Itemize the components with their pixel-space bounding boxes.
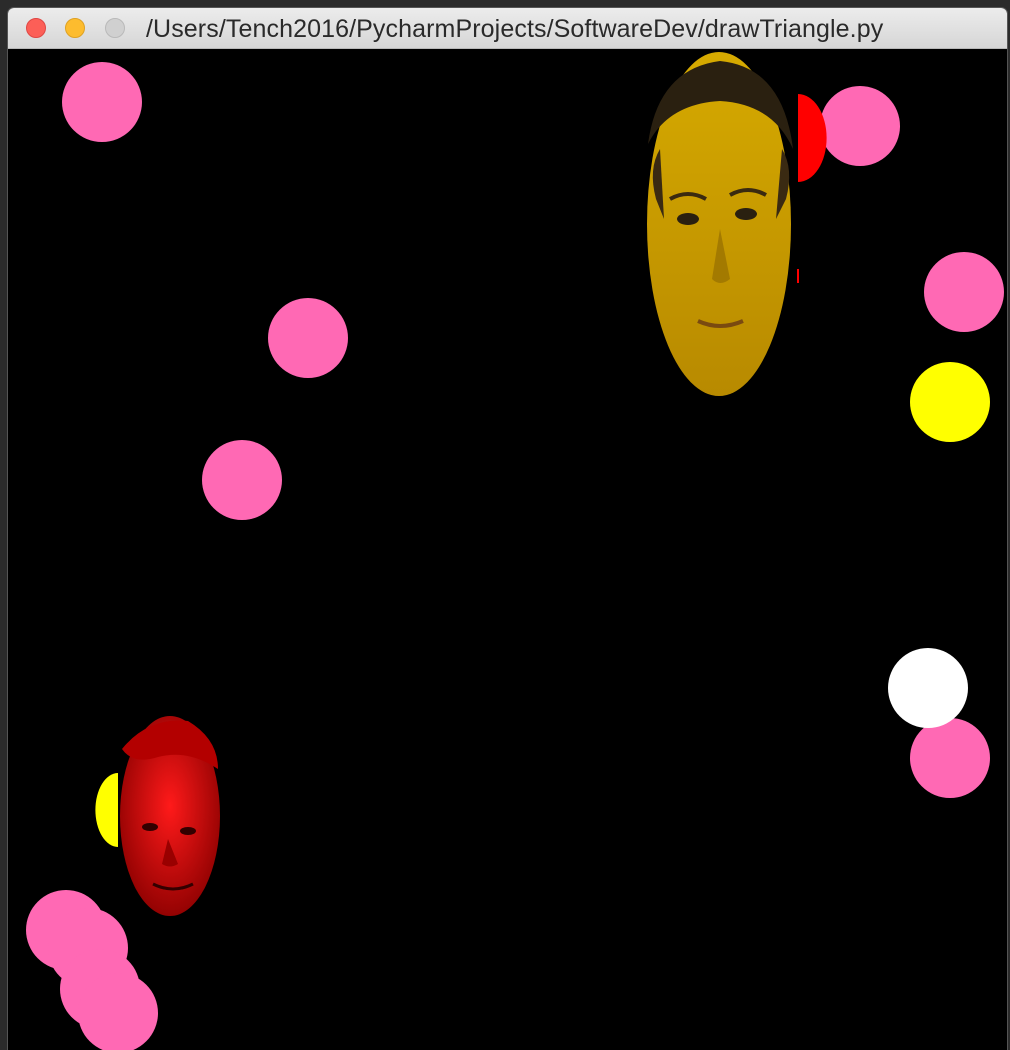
pink-ball: [202, 440, 282, 520]
pink-ball: [78, 973, 158, 1050]
close-icon[interactable]: [26, 18, 46, 38]
red-fragment: [797, 269, 799, 283]
yellow-tinted-face: [647, 52, 793, 396]
yellow-ball: [910, 362, 990, 442]
title-bar[interactable]: /Users/Tench2016/PycharmProjects/Softwar…: [8, 8, 1007, 49]
maximize-icon[interactable]: [105, 18, 125, 38]
window-title: /Users/Tench2016/PycharmProjects/Softwar…: [146, 15, 884, 43]
game-canvas[interactable]: [8, 49, 1007, 1050]
pink-ball: [910, 718, 990, 798]
pink-ball: [820, 86, 900, 166]
pink-ball: [924, 252, 1004, 332]
white-ball: [888, 648, 968, 728]
game-window[interactable]: /Users/Tench2016/PycharmProjects/Softwar…: [8, 8, 1007, 1050]
game-scene: [26, 52, 1004, 1050]
yellow-half-ball: [95, 773, 118, 847]
red-tinted-face: [120, 716, 220, 916]
red-half-ball: [798, 94, 827, 182]
pink-ball: [62, 62, 142, 142]
minimize-icon[interactable]: [65, 18, 85, 38]
pink-ball: [268, 298, 348, 378]
